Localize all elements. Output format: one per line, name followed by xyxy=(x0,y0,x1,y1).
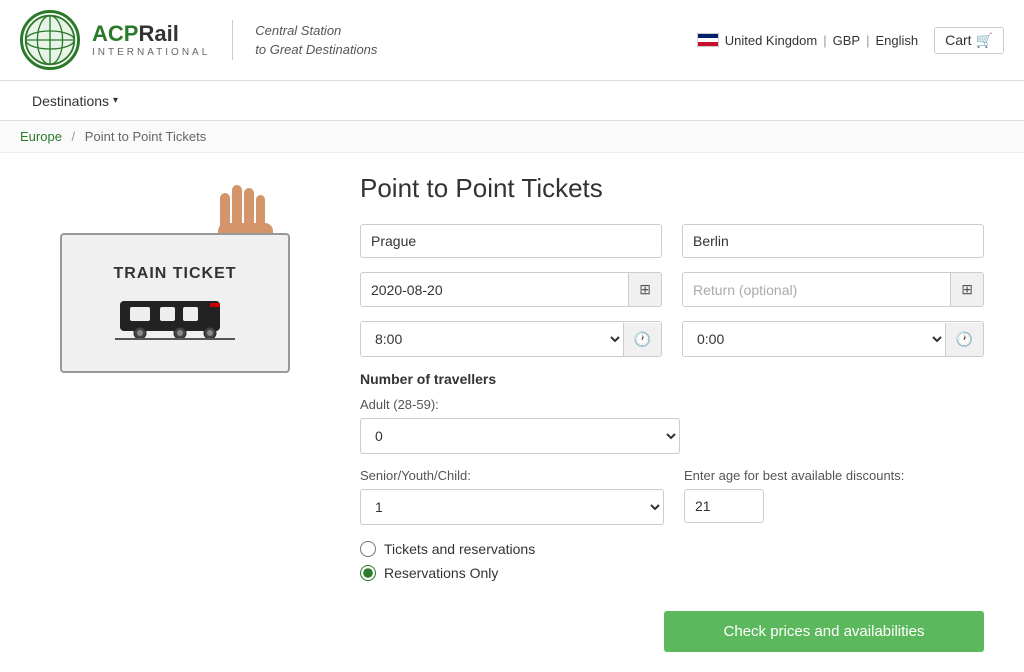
depart-date-input[interactable] xyxy=(361,274,628,306)
cart-label: Cart xyxy=(945,32,971,48)
breadcrumb: Europe / Point to Point Tickets xyxy=(0,121,1024,153)
locale-area[interactable]: United Kingdom | GBP | English xyxy=(697,33,918,48)
senior-age-row: Senior/Youth/Child: 0 1 2 3 4 5 Enter ag… xyxy=(360,468,984,525)
form-area: Point to Point Tickets ⊞ xyxy=(340,173,1004,652)
travellers-section-title: Number of travellers xyxy=(360,371,984,387)
header: ACPRail International Central Station to… xyxy=(0,0,1024,81)
check-prices-button[interactable]: Check prices and availabilities xyxy=(664,611,984,652)
to-input-wrapper xyxy=(682,224,984,258)
return-date-wrapper: ⊞ xyxy=(682,272,984,307)
return-date-input[interactable] xyxy=(683,274,950,306)
language-label: English xyxy=(875,33,918,48)
country-label: United Kingdom xyxy=(725,33,818,48)
return-time-btn[interactable]: 🕐 xyxy=(945,323,983,356)
depart-date-wrapper: ⊞ xyxy=(360,272,662,307)
logo-tagline: Central Station to Great Destinations xyxy=(255,21,377,60)
logo-divider xyxy=(232,20,233,60)
page-title: Point to Point Tickets xyxy=(360,173,984,204)
return-time-select[interactable]: 0:00 8:00 xyxy=(683,322,945,356)
age-col: Enter age for best available discounts: xyxy=(684,468,984,523)
currency-label: GBP xyxy=(833,33,860,48)
tickets-reservations-radio-item[interactable]: Tickets and reservations xyxy=(360,541,984,557)
logo-rail: Rail xyxy=(138,21,178,46)
date-row: ⊞ ⊞ xyxy=(360,272,984,307)
depart-date-group: ⊞ xyxy=(360,272,662,307)
depart-time-group: 8:00 9:00 10:00 🕐 xyxy=(360,321,662,357)
depart-time-btn[interactable]: 🕐 xyxy=(623,323,661,356)
adult-select[interactable]: 0 1 2 3 4 5 xyxy=(360,418,680,454)
return-time-group: 0:00 8:00 🕐 xyxy=(682,321,984,357)
senior-col: Senior/Youth/Child: 0 1 2 3 4 5 xyxy=(360,468,664,525)
logo-text: ACPRail International xyxy=(92,22,210,57)
return-calendar-btn[interactable]: ⊞ xyxy=(950,273,983,306)
return-time-wrapper: 0:00 8:00 🕐 xyxy=(682,321,984,357)
separator1: | xyxy=(823,33,826,48)
logo-international: International xyxy=(92,47,210,58)
calendar-icon: ⊞ xyxy=(639,281,651,297)
reservations-only-radio[interactable] xyxy=(360,565,376,581)
tickets-reservations-radio[interactable] xyxy=(360,541,376,557)
separator2: | xyxy=(866,33,869,48)
time-row: 8:00 9:00 10:00 🕐 0:00 8:00 � xyxy=(360,321,984,357)
breadcrumb-europe[interactable]: Europe xyxy=(20,129,62,144)
ticket-type-group: Tickets and reservations Reservations On… xyxy=(360,541,984,581)
from-input-wrapper xyxy=(360,224,662,258)
senior-label: Senior/Youth/Child: xyxy=(360,468,664,483)
origin-destination-row xyxy=(360,224,984,258)
tickets-reservations-label: Tickets and reservations xyxy=(384,541,535,557)
senior-select[interactable]: 0 1 2 3 4 5 xyxy=(360,489,664,525)
ticket-image-wrapper: TRAIN TICKET xyxy=(40,183,320,383)
adult-row: Adult (28-59): 0 1 2 3 4 5 xyxy=(360,397,984,454)
ticket-card-label: TRAIN TICKET xyxy=(113,265,236,283)
destinations-nav-item[interactable]: Destinations ▾ xyxy=(20,81,130,120)
train-icon xyxy=(115,291,235,341)
to-input[interactable] xyxy=(683,225,983,257)
ticket-card: TRAIN TICKET xyxy=(60,233,290,373)
depart-time-wrapper: 8:00 9:00 10:00 🕐 xyxy=(360,321,662,357)
from-input[interactable] xyxy=(361,225,661,257)
check-btn-wrapper: Check prices and availabilities xyxy=(360,601,984,652)
age-label: Enter age for best available discounts: xyxy=(684,468,984,483)
reservations-only-label: Reservations Only xyxy=(384,565,498,581)
return-clock-icon: 🕐 xyxy=(956,331,973,347)
uk-flag-icon xyxy=(697,33,719,47)
logo-icon xyxy=(20,10,80,70)
return-date-group: ⊞ xyxy=(682,272,984,307)
cart-button[interactable]: Cart 🛒 xyxy=(934,27,1004,54)
depart-calendar-btn[interactable]: ⊞ xyxy=(628,273,661,306)
logo-acp: ACP xyxy=(92,21,138,46)
breadcrumb-separator: / xyxy=(72,129,76,144)
destinations-label: Destinations xyxy=(32,93,109,109)
breadcrumb-current: Point to Point Tickets xyxy=(85,129,206,144)
adult-label: Adult (28-59): xyxy=(360,397,984,412)
age-input[interactable] xyxy=(684,489,764,523)
reservations-only-radio-item[interactable]: Reservations Only xyxy=(360,565,984,581)
depart-clock-icon: 🕐 xyxy=(634,331,651,347)
return-calendar-icon: ⊞ xyxy=(961,281,973,297)
navbar: Destinations ▾ xyxy=(0,81,1024,121)
cart-icon: 🛒 xyxy=(976,32,993,49)
to-group xyxy=(682,224,984,258)
header-right: United Kingdom | GBP | English Cart 🛒 xyxy=(697,27,1004,54)
main-content: TRAIN TICKET xyxy=(0,153,1024,672)
hero-image-area: TRAIN TICKET xyxy=(20,173,340,652)
depart-time-select[interactable]: 8:00 9:00 10:00 xyxy=(361,322,623,356)
from-group xyxy=(360,224,662,258)
logo-area: ACPRail International Central Station to… xyxy=(20,10,377,70)
destinations-chevron-icon: ▾ xyxy=(113,95,118,106)
